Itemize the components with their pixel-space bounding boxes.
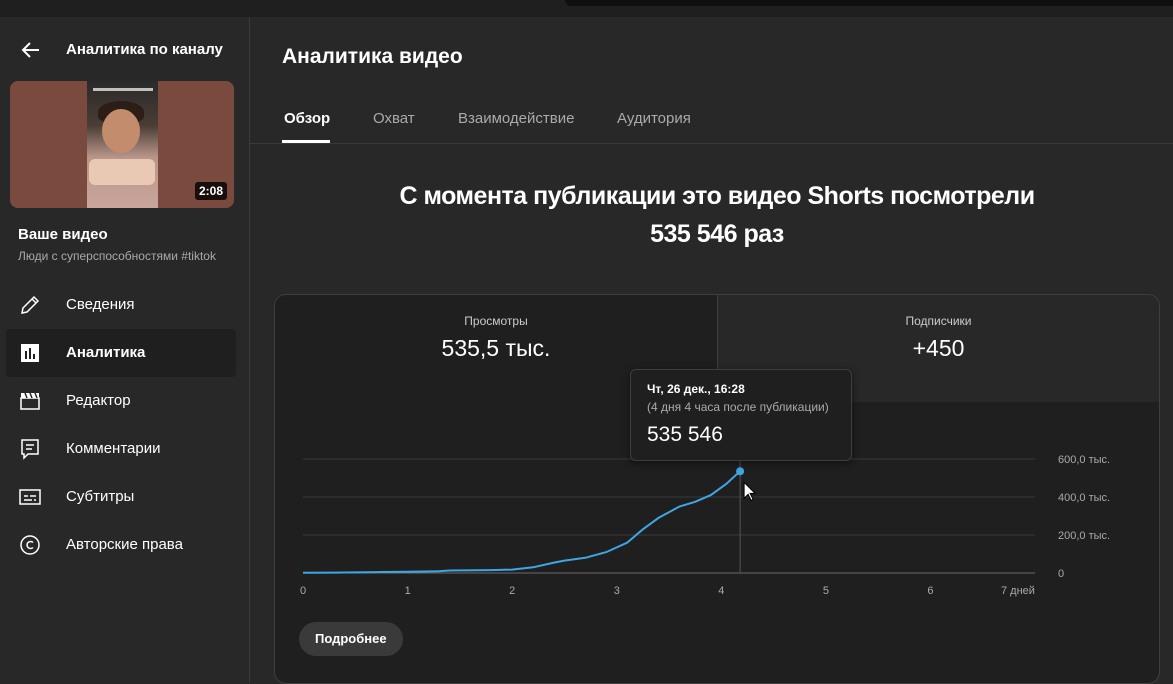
analytics-icon (18, 341, 42, 365)
y-tick-label: 400,0 тыс. (1058, 492, 1110, 504)
tooltip-subtitle: (4 дня 4 часа после публикации) (647, 400, 829, 414)
x-tick-label: 2 (509, 585, 515, 597)
y-tick-label: 600,0 тыс. (1058, 454, 1110, 466)
y-tick-label: 200,0 тыс. (1058, 530, 1110, 542)
comment-icon (18, 437, 42, 461)
thumbnail-caption (93, 88, 153, 91)
sidebar-item-editor[interactable]: Редактор (6, 377, 236, 425)
sidebar: Аналитика по каналу 2:08 Ваше видео Люди… (0, 17, 250, 683)
thumbnail-cake (89, 159, 155, 185)
views-line-chart[interactable]: 0 200,0 тыс. 400,0 тыс. 600,0 тыс. 0 1 2 3 4 5 6 7 … (275, 295, 1159, 683)
sidebar-item-label: Сведения (66, 296, 135, 313)
sidebar-item-subtitles[interactable]: Субтитры (6, 473, 236, 521)
mouse-cursor-icon (743, 481, 757, 502)
x-tick-label: 1 (405, 585, 411, 597)
series-line (302, 470, 741, 574)
back-arrow-icon[interactable] (18, 37, 44, 63)
x-tick-label: 3 (614, 585, 620, 597)
x-tick-label: 4 (718, 585, 724, 597)
x-tick-label: 6 (927, 585, 933, 597)
sidebar-item-label: Аналитика (66, 344, 146, 361)
top-bar-dark (565, 0, 1173, 6)
headline: С момента публикации это видео Shorts по… (250, 177, 1173, 253)
x-tick-label: 5 (823, 585, 829, 597)
sidebar-item-label: Комментарии (66, 440, 161, 457)
subtitles-icon (18, 485, 42, 509)
tab-audience[interactable]: Аудитория (617, 110, 691, 127)
sidebar-item-label: Субтитры (66, 488, 135, 505)
more-details-button[interactable]: Подробнее (299, 622, 403, 656)
headline-line-1: С момента публикации это видео Shorts по… (399, 182, 1035, 210)
x-tick-label: 0 (300, 585, 306, 597)
x-tick-label: 7 дней (1001, 585, 1035, 597)
main-content: Аналитика видео Обзор Охват Взаимодейств… (250, 17, 1173, 684)
analytics-card: Просмотры 535,5 тыс. Подписчики +450 0 20… (274, 294, 1160, 684)
copyright-icon (18, 533, 42, 557)
video-title: Люди с суперспособностями #tiktok (18, 249, 216, 263)
sidebar-item-analytics[interactable]: Аналитика (6, 329, 236, 377)
sidebar-item-label: Редактор (66, 392, 131, 409)
tooltip-value: 535 546 (647, 423, 723, 446)
sidebar-item-comments[interactable]: Комментарии (6, 425, 236, 473)
top-bar (0, 0, 1173, 17)
tab-engagement[interactable]: Взаимодействие (458, 110, 574, 127)
tab-reach[interactable]: Охват (373, 110, 415, 127)
thumbnail-face (102, 109, 140, 153)
pencil-icon (18, 293, 42, 317)
sidebar-item-details[interactable]: Сведения (6, 281, 236, 329)
chart-tooltip: Чт, 26 дек., 16:28 (4 дня 4 часа после п… (630, 369, 852, 461)
tooltip-date: Чт, 26 дек., 16:28 (647, 382, 745, 396)
video-duration: 2:08 (194, 182, 227, 200)
sidebar-title: Аналитика по каналу (66, 41, 223, 58)
clapperboard-icon (18, 389, 42, 413)
thumbnail-frame (87, 81, 158, 208)
tab-overview[interactable]: Обзор (284, 110, 330, 127)
headline-line-2: 535 546 раз (650, 220, 784, 248)
sidebar-item-copyright[interactable]: Авторские права (6, 521, 236, 569)
page-title: Аналитика видео (282, 45, 463, 68)
video-thumbnail[interactable]: 2:08 (10, 81, 234, 208)
hover-point (736, 467, 745, 476)
tabs-divider (250, 143, 1173, 144)
y-tick-label: 0 (1058, 568, 1064, 580)
sidebar-item-label: Авторские права (66, 536, 183, 553)
your-video-label: Ваше видео (18, 226, 108, 243)
